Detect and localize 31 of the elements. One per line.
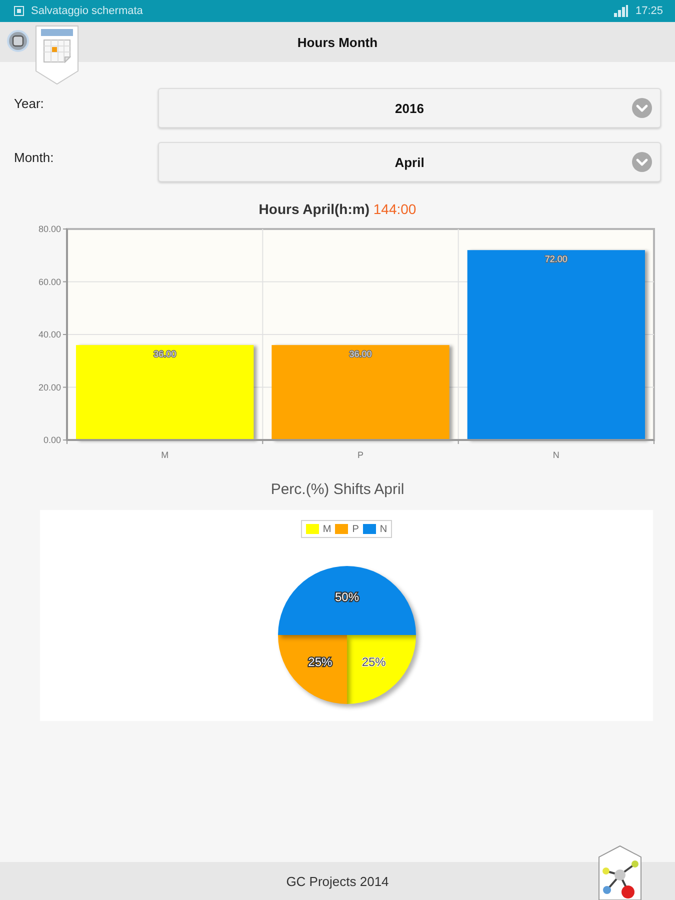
bar-value-label: 72.00 xyxy=(544,254,568,264)
notification-text: Salvataggio schermata xyxy=(31,5,143,17)
category-label: P xyxy=(358,450,364,460)
axis-tick-label: 80.00 xyxy=(38,224,61,234)
status-time: 17:25 xyxy=(635,5,663,17)
bar-value-label: 36.00 xyxy=(154,349,176,360)
dropdown-field[interactable]: 2016 xyxy=(158,88,661,128)
field-label: Month: xyxy=(14,149,54,165)
bar-value-label: 36.00 xyxy=(349,349,372,360)
legend-label: P xyxy=(352,524,359,534)
chevron-down-icon xyxy=(632,98,652,118)
slice-label: 25% xyxy=(362,654,386,669)
axis-tick-label: 40.00 xyxy=(38,330,61,340)
dropdown-field[interactable]: April xyxy=(158,142,661,182)
slice-label: 50% xyxy=(334,590,360,604)
footer-text: GC Projects 2014 xyxy=(286,874,389,888)
category-label: M xyxy=(161,450,169,460)
chevron-down-icon xyxy=(632,152,652,172)
screen-title: Hours Month xyxy=(297,34,378,50)
signal-icon xyxy=(614,5,628,17)
chart-title: Hours April(h:m) 144:00 xyxy=(258,200,416,219)
chart-title: Perc.(%) Shifts April xyxy=(270,480,404,500)
axis-tick-label: 20.00 xyxy=(38,382,61,392)
notification-icon xyxy=(14,6,24,16)
legend-label: M xyxy=(322,524,332,534)
legend-label: N xyxy=(380,524,388,534)
axis-tick-label: 0.00 xyxy=(43,435,61,445)
category-label: N xyxy=(552,450,560,460)
slice-label: 25% xyxy=(308,654,332,669)
axis-tick-label: 60.00 xyxy=(38,276,61,287)
field-label: Year: xyxy=(14,95,44,111)
